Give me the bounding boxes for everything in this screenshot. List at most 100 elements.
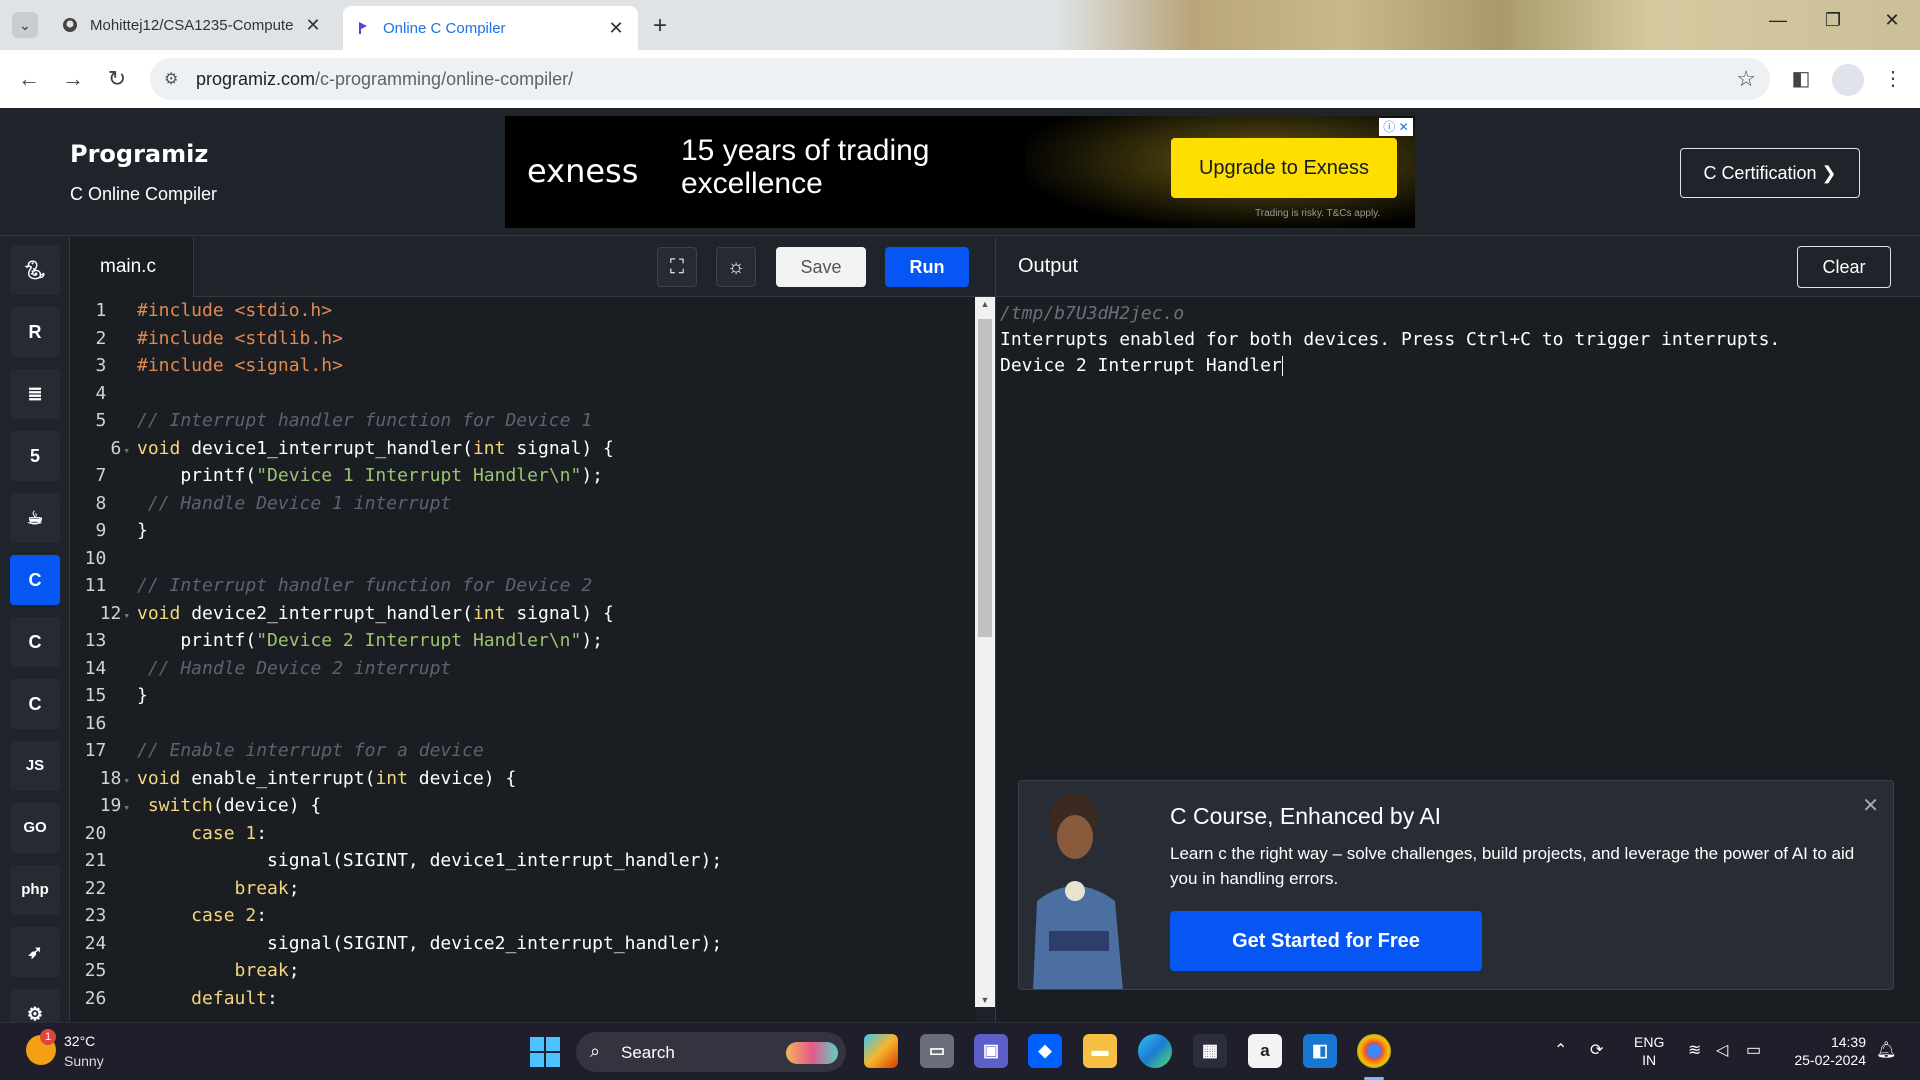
maximize-icon[interactable]: ❐ bbox=[1813, 10, 1853, 31]
url-text[interactable]: programiz.com/c-programming/online-compi… bbox=[196, 69, 573, 90]
code-line[interactable]: break; bbox=[137, 957, 967, 985]
ad-choices-icon[interactable]: ⓘ ✕ bbox=[1379, 118, 1413, 136]
show-hidden-icons-chevron-icon[interactable]: ⌃ bbox=[1554, 1040, 1567, 1060]
scrollbar-thumb[interactable] bbox=[978, 319, 992, 637]
editor-scrollbar[interactable]: ▲ ▼ bbox=[975, 297, 995, 1007]
weather-condition[interactable]: Sunny bbox=[64, 1053, 104, 1069]
forward-icon[interactable]: → bbox=[58, 66, 88, 92]
scroll-down-icon[interactable]: ▼ bbox=[975, 995, 995, 1005]
code-line[interactable]: void device1_interrupt_handler(int signa… bbox=[137, 435, 967, 463]
close-tab-icon[interactable]: ✕ bbox=[303, 15, 323, 36]
language-js-icon[interactable]: JS bbox=[10, 741, 60, 791]
get-started-button[interactable]: Get Started for Free bbox=[1170, 911, 1482, 971]
chrome-icon[interactable] bbox=[1357, 1034, 1391, 1068]
language-php-icon[interactable]: php bbox=[10, 865, 60, 915]
notification-bell-icon[interactable]: 🔔︎ bbox=[1876, 1040, 1896, 1060]
task-view-icon[interactable]: ▭ bbox=[920, 1034, 954, 1068]
code-line[interactable]: // Interrupt handler function for Device… bbox=[137, 407, 967, 435]
fold-arrow-icon[interactable]: ▾ bbox=[123, 774, 130, 787]
code-lines[interactable]: #include <stdio.h> #include <stdlib.h> #in… bbox=[137, 297, 967, 1012]
side-panel-icon[interactable]: ◧ bbox=[1786, 66, 1816, 91]
code-line[interactable] bbox=[137, 710, 967, 738]
browser-tab-online-c-compiler[interactable]: Online C Compiler ✕ bbox=[343, 6, 638, 50]
battery-icon[interactable]: ▭ bbox=[1746, 1040, 1761, 1060]
code-line[interactable]: printf("Device 2 Interrupt Handler\n"); bbox=[137, 627, 967, 655]
code-line[interactable]: case 1: bbox=[137, 820, 967, 848]
theme-toggle-icon[interactable]: ☼ bbox=[716, 247, 756, 287]
back-icon[interactable]: ← bbox=[14, 66, 44, 92]
temperature[interactable]: 32°C bbox=[64, 1033, 95, 1049]
file-tab[interactable]: main.c bbox=[70, 237, 194, 297]
code-line[interactable]: default: bbox=[137, 985, 967, 1013]
file-explorer-icon[interactable]: ▬ bbox=[1083, 1034, 1117, 1068]
language-html-icon[interactable]: 5 bbox=[10, 431, 60, 481]
code-line[interactable]: } bbox=[137, 517, 967, 545]
code-line[interactable]: signal(SIGINT, device1_interrupt_handler… bbox=[137, 847, 967, 875]
taskbar-search[interactable]: ⌕ Search bbox=[576, 1032, 846, 1072]
code-line[interactable] bbox=[137, 545, 967, 573]
code-line[interactable]: void device2_interrupt_handler(int signa… bbox=[137, 600, 967, 628]
language-r-icon[interactable]: R bbox=[10, 307, 60, 357]
site-info-icon[interactable]: ⚙ bbox=[164, 69, 178, 89]
microsoft-store-icon[interactable]: ▦ bbox=[1193, 1034, 1227, 1068]
language-cpp-icon[interactable]: C bbox=[10, 617, 60, 667]
fold-arrow-icon[interactable]: ▾ bbox=[123, 444, 130, 457]
code-editor[interactable]: 1 2 3 4 5 6 ▾ 7 8 9 10 11 12 ▾ 13 14 15 16 1… bbox=[70, 297, 975, 1022]
code-line[interactable]: printf("Device 1 Interrupt Handler\n"); bbox=[137, 462, 967, 490]
language-rust-icon[interactable]: ⚙ bbox=[10, 989, 60, 1022]
scroll-up-icon[interactable]: ▲ bbox=[975, 299, 995, 309]
code-line[interactable]: } bbox=[137, 682, 967, 710]
edge-browser-icon[interactable] bbox=[1138, 1034, 1172, 1068]
reload-icon[interactable]: ↻ bbox=[102, 66, 132, 92]
fullscreen-icon[interactable]: ⛶ bbox=[657, 247, 697, 287]
code-line[interactable]: // Enable interrupt for a device bbox=[137, 737, 967, 765]
code-line[interactable]: // Interrupt handler function for Device… bbox=[137, 572, 967, 600]
amazon-icon[interactable]: a bbox=[1248, 1034, 1282, 1068]
copilot-icon[interactable] bbox=[864, 1034, 898, 1068]
dropbox-icon[interactable]: ◆ bbox=[1028, 1034, 1062, 1068]
tab-search-button[interactable]: ⌄ bbox=[12, 12, 38, 38]
system-clock[interactable]: 14:39 25-02-2024 bbox=[1782, 1033, 1866, 1069]
fold-arrow-icon[interactable]: ▾ bbox=[123, 801, 130, 814]
ad-cta-button[interactable]: Upgrade to Exness bbox=[1171, 138, 1397, 198]
programiz-logo[interactable]: Programiz bbox=[70, 140, 208, 168]
new-tab-icon[interactable]: + bbox=[653, 12, 667, 40]
code-line[interactable]: // Handle Device 2 interrupt bbox=[137, 655, 967, 683]
bookmark-star-icon[interactable]: ☆ bbox=[1736, 66, 1756, 92]
address-bar[interactable]: ⚙ programiz.com/c-programming/online-com… bbox=[150, 58, 1770, 100]
certification-button[interactable]: C Certification ❯ bbox=[1680, 148, 1860, 198]
news-app-icon[interactable]: ◧ bbox=[1303, 1034, 1337, 1068]
clear-button[interactable]: Clear bbox=[1797, 246, 1891, 288]
close-icon[interactable]: ✕ bbox=[1862, 793, 1879, 818]
language-c-icon[interactable]: C bbox=[10, 555, 60, 605]
run-button[interactable]: Run bbox=[885, 247, 969, 287]
profile-avatar[interactable] bbox=[1832, 64, 1864, 96]
ad-banner[interactable]: exness 15 years of trading excellence Up… bbox=[505, 116, 1415, 228]
code-line[interactable]: void enable_interrupt(int device) { bbox=[137, 765, 967, 793]
window-close-icon[interactable]: ✕ bbox=[1872, 10, 1912, 31]
volume-icon[interactable]: ◁ bbox=[1716, 1040, 1728, 1060]
sync-icon[interactable]: ⟳ bbox=[1590, 1040, 1603, 1060]
windows-start-icon[interactable] bbox=[530, 1037, 560, 1067]
code-line[interactable]: #include <stdio.h> bbox=[137, 297, 967, 325]
language-sql-icon[interactable]: ≣ bbox=[10, 369, 60, 419]
browser-tab-github[interactable]: Mohittej12/CSA1235-Compute ✕ bbox=[50, 8, 335, 42]
code-line[interactable]: signal(SIGINT, device2_interrupt_handler… bbox=[137, 930, 967, 958]
save-button[interactable]: Save bbox=[776, 247, 866, 287]
language-go-icon[interactable]: GO bbox=[10, 803, 60, 853]
language-java-icon[interactable]: ☕︎ bbox=[10, 493, 60, 543]
language-python-icon[interactable]: 🐍︎ bbox=[10, 245, 60, 295]
code-line[interactable] bbox=[137, 380, 967, 408]
teams-chat-icon[interactable]: ▣ bbox=[974, 1034, 1008, 1068]
fold-arrow-icon[interactable]: ▾ bbox=[123, 609, 130, 622]
language-indicator[interactable]: ENG IN bbox=[1634, 1033, 1664, 1069]
code-line[interactable]: case 2: bbox=[137, 902, 967, 930]
code-line[interactable]: // Handle Device 1 interrupt bbox=[137, 490, 967, 518]
wifi-icon[interactable]: ≋ bbox=[1688, 1040, 1701, 1060]
language-swift-icon[interactable]: ➶ bbox=[10, 927, 60, 977]
code-line[interactable]: #include <stdlib.h> bbox=[137, 325, 967, 353]
close-tab-icon[interactable]: ✕ bbox=[606, 18, 626, 39]
language-csharp-icon[interactable]: C bbox=[10, 679, 60, 729]
minimize-icon[interactable]: — bbox=[1758, 10, 1798, 31]
code-line[interactable]: switch(device) { bbox=[137, 792, 967, 820]
